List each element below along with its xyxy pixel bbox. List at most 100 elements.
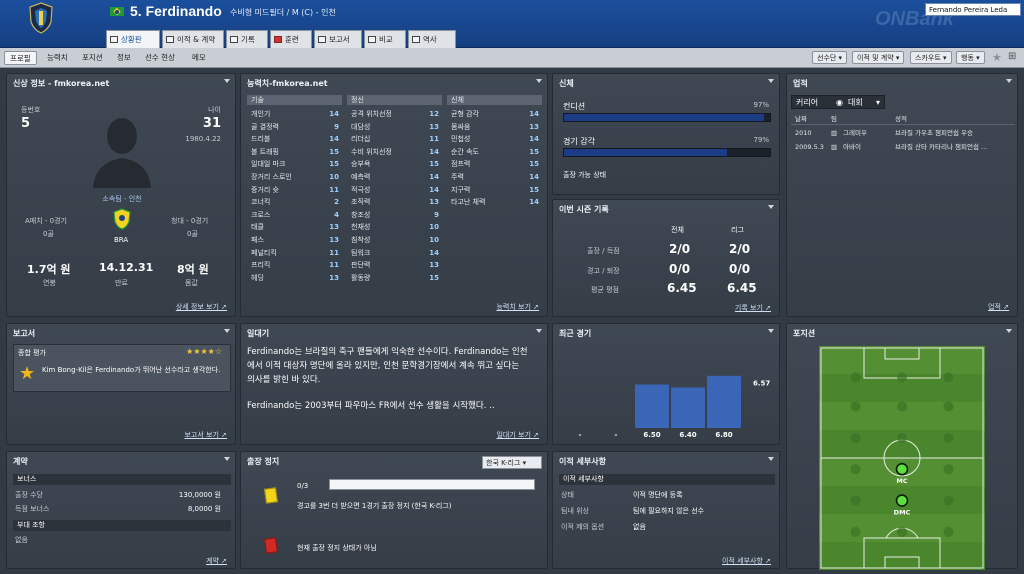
attribute-value: 15 (429, 160, 439, 169)
subnav-status[interactable]: 선수 현상 (140, 51, 180, 65)
pin-icon[interactable]: ⊞ (1008, 51, 1016, 62)
star-icon[interactable]: ★ (992, 51, 1002, 64)
offer-options-value: 없음 (633, 523, 646, 531)
availability-status: 출장 가능 상태 (563, 171, 607, 179)
empty-position-slot (943, 526, 954, 537)
attributes-link[interactable]: 능력치 보기 ➚ (496, 302, 539, 312)
career-rows: 2010 ▥ 그레미우 브라질 가우초 챔피언쉽 우승 2009.5.3 ▥ 아바이 브라질 … (791, 128, 1015, 158)
tab-stats[interactable]: 기록 (226, 30, 268, 48)
attribute-value: 14 (529, 110, 539, 118)
report-panel: 보고서 종합 평가 ★★★★☆ ★ Kim Bong-Kil은 Ferdinan… (6, 323, 236, 445)
attribute-name: 페널티킥 (251, 248, 277, 257)
technical-header: 기술 (247, 95, 342, 105)
tab-training[interactable]: 훈련 (270, 30, 312, 48)
panel-menu-icon[interactable] (1006, 79, 1012, 83)
panel-menu-icon[interactable] (224, 329, 230, 333)
goal-bonus-value: 8,0000 원 (187, 505, 221, 513)
panel-title: 능력치-fmkorea.net (247, 79, 328, 88)
team-crest-icon: ▥ (831, 143, 838, 151)
transfer-header: 이적 세부사항 (559, 474, 775, 485)
empty-position-slot (897, 401, 907, 412)
recent-form-chart: - - 6.50 6.40 6.80 6.57 (579, 375, 770, 439)
overall-label: 종합 평가 (18, 349, 46, 357)
squad-status-label: 팀내 위상 (561, 507, 589, 515)
attribute-name: 창조성 (351, 210, 371, 219)
squad-dropdown[interactable]: 선수단 ▾ (812, 51, 848, 64)
rating-bar[interactable] (635, 384, 669, 429)
attribute-name: 지구력 (451, 185, 471, 194)
col-league-header: 리그 (731, 226, 744, 234)
tab-history[interactable]: 역사 (408, 30, 456, 48)
player-position-marker (895, 462, 909, 476)
tab-overview[interactable]: 상황판 (106, 30, 160, 48)
tab-label: 기록 (241, 35, 255, 44)
bio-paragraph: Ferdinando는 2003부터 파우마스 FR에서 선수 생활을 시작했다… (247, 401, 495, 411)
mental-attribute-row: 승부욕 15 (351, 158, 439, 170)
physical-attribute-row: 몸싸움 13 (451, 121, 539, 133)
tab-compare[interactable]: 비교 (364, 30, 406, 48)
attribute-name: 조직력 (351, 198, 371, 207)
age-value: 31 (202, 116, 221, 131)
empty-position-slot (850, 526, 861, 537)
manager-name-box[interactable]: Fernando Pereira Leda (925, 3, 1021, 16)
subnav-attributes[interactable]: 능력치 (42, 51, 73, 65)
mental-attribute-row: 예측력 14 (351, 171, 439, 183)
attribute-name: 중거리 슛 (251, 185, 279, 194)
career-team: 그레미우 (843, 129, 867, 137)
panel-menu-icon[interactable] (224, 79, 230, 83)
empty-position-slot (943, 432, 954, 443)
tab-reports[interactable]: 보고서 (314, 30, 362, 48)
transfer-contract-dropdown[interactable]: 이적 및 계약 ▾ (852, 51, 905, 64)
attribute-value: 12 (429, 110, 439, 118)
clauses-header: 부대 조항 (13, 520, 231, 531)
club-text: 소속팀 - 인천 (102, 195, 142, 203)
panel-menu-icon[interactable] (1006, 329, 1012, 333)
player-silhouette-icon (89, 112, 155, 188)
career-dropdown[interactable]: 커리어 ◉ 대회 ▾ (791, 95, 885, 109)
nation-code: BRA (114, 236, 129, 244)
achievements-link[interactable]: 업적 ➚ (988, 302, 1009, 312)
attribute-name: 크로스 (251, 210, 271, 219)
biography-link[interactable]: 일대기 보기 ➚ (496, 430, 539, 440)
competition-dropdown[interactable]: 한국 K-리그 ▾ (482, 456, 542, 469)
reports-link[interactable]: 보고서 보기 ➚ (184, 430, 227, 440)
tab-transfer[interactable]: 이적 & 계약 (162, 30, 224, 48)
average-rating-label: 6.57 (753, 379, 770, 387)
action-dropdown[interactable]: 행동 ▾ (956, 51, 985, 64)
stats-link[interactable]: 기록 보기 ➚ (735, 303, 771, 313)
panel-menu-icon[interactable] (768, 205, 774, 209)
expiry-label: 만료 (115, 279, 128, 287)
subnav-profile[interactable]: 프로필 (4, 51, 37, 65)
career-team: 아바이 (843, 143, 861, 151)
attribute-value: 9 (434, 210, 439, 219)
panel-title: 이적 세부사항 (559, 457, 606, 466)
attribute-value: 14 (429, 185, 439, 194)
value-label: 몸값 (185, 279, 198, 287)
panel-menu-icon[interactable] (536, 79, 542, 83)
subnav-info[interactable]: 정보 (112, 51, 136, 65)
subnav-positions[interactable]: 포지션 (77, 51, 108, 65)
condition-label: 컨디션 (563, 102, 586, 111)
transfer-status-value: 이적 명단에 등록 (633, 491, 683, 499)
youth-goals: 0골 (187, 230, 198, 238)
yellow-card-icon (264, 487, 278, 504)
attribute-value: 10 (329, 173, 339, 181)
physical-attribute-row: 타고난 체력 14 (451, 196, 539, 208)
rating-bar[interactable] (671, 387, 705, 428)
transfer-details-link[interactable]: 이적 세부사항 ➚ (722, 556, 771, 566)
panel-menu-icon[interactable] (224, 457, 230, 461)
panel-menu-icon[interactable] (768, 457, 774, 461)
panel-menu-icon[interactable] (536, 329, 542, 333)
rating-bar[interactable] (707, 375, 741, 428)
recent-form-panel: 최근 경기 - -6.50 6.40 6.80 6.57 (552, 323, 780, 445)
panel-menu-icon[interactable] (768, 79, 774, 83)
col-date: 날짜 (795, 115, 807, 123)
more-info-link[interactable]: 상세 정보 보기 ➚ (176, 302, 227, 312)
squad-status-value: 팀에 필요하지 않은 선수 (633, 507, 705, 515)
contract-link[interactable]: 계약 ➚ (206, 556, 227, 566)
scout-dropdown[interactable]: 스카우트 ▾ (910, 51, 952, 64)
subnav-notes[interactable]: 메모 (187, 51, 211, 65)
attribute-value: 14 (529, 135, 539, 144)
biography-panel: 일대기 Ferdinando는 브라질의 축구 팬들에게 익숙한 선수이다. F… (240, 323, 548, 445)
overview-icon (110, 36, 118, 43)
